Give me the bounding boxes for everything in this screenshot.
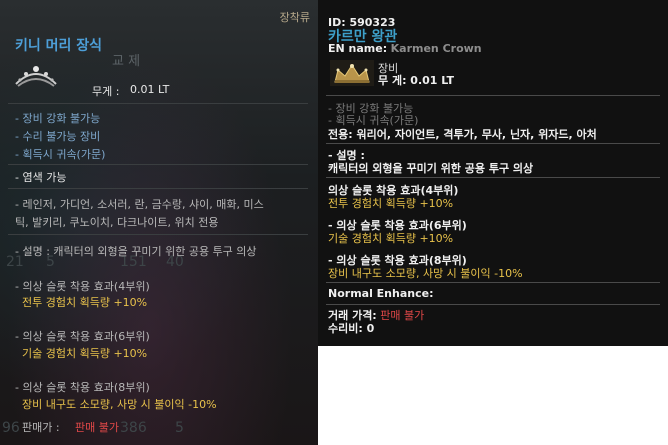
- class-restriction: 틱, 발키리, 쿠노이치, 다크나이트, 위치 전용: [15, 216, 219, 229]
- divider: [8, 234, 308, 235]
- restriction-line: - 획득시 귀속(가문): [15, 148, 106, 161]
- class-restriction: - 레인저, 가디언, 소서러, 란, 금수랑, 샤이, 매화, 미스: [15, 198, 264, 211]
- enhance-label: Normal Enhance:: [328, 287, 434, 300]
- restriction-line: - 수리 불가능 장비: [15, 130, 101, 143]
- set-effect-title: - 의상 슬롯 착용 효과(4부위): [15, 280, 150, 293]
- set-effect-value: 기술 경험치 획득량 +10%: [328, 232, 454, 245]
- desc-text: 캐릭터의 외형을 꾸미기 위한 공용 투구 의상: [328, 162, 534, 175]
- item-category: 장착류: [279, 11, 310, 24]
- item-weight: 무 게: 0.01 LT: [378, 74, 454, 87]
- trade-value: 판매 불가: [380, 309, 425, 322]
- weight-value: 0.01 LT: [130, 83, 170, 96]
- item-description: - 설명 : 캐릭터의 외형을 꾸미기 위한 공용 투구 의상: [15, 245, 257, 258]
- divider: [326, 177, 660, 178]
- bg-number: 386: [120, 420, 147, 436]
- set-effect-value: 장비 내구도 소모량, 사망 시 불이익 -10%: [22, 398, 217, 411]
- divider: [326, 143, 660, 144]
- bg-number: 96: [2, 420, 20, 436]
- en-name-value: Karmen Crown: [390, 42, 482, 55]
- divider: [326, 95, 660, 96]
- class-usage: 전용: 워리어, 자이언트, 격투가, 무사, 닌자, 위자드, 아처: [328, 128, 597, 141]
- restriction-line: - 장비 강화 불가능: [15, 112, 101, 125]
- set-effect-value: 전투 경험치 획득량 +10%: [328, 197, 454, 210]
- set-effect-value: 기술 경험치 획득량 +10%: [22, 347, 148, 360]
- crown-icon: [330, 60, 374, 86]
- trade-value: 판매 불가: [75, 421, 119, 434]
- tiara-icon: [15, 66, 57, 87]
- dye-status: - 염색 가능: [15, 171, 67, 184]
- divider: [326, 282, 660, 283]
- divider: [8, 188, 308, 189]
- divider: [8, 103, 308, 104]
- divider: [326, 304, 660, 305]
- set-effect-title: - 의상 슬롯 착용 효과(8부위): [15, 381, 150, 394]
- bg-number: 5: [175, 420, 184, 436]
- en-name-label: EN name:: [328, 42, 388, 55]
- item-title: 키니 머리 장식: [15, 38, 103, 54]
- item-name-en: EN name: Karmen Crown: [328, 42, 482, 55]
- set-effect-value: 전투 경험치 획득량 +10%: [22, 296, 148, 309]
- exchange-hint: 교 제: [112, 54, 141, 69]
- set-effect-title: - 의상 슬롯 착용 효과(6부위): [15, 330, 150, 343]
- trade-label: 판매가 :: [22, 421, 60, 434]
- divider: [8, 164, 308, 165]
- game-item-tooltip: 21 5 151 40 96 386 5 장착류 키니 머리 장식 교 제 무게…: [0, 0, 318, 445]
- repair-cost: 수리비: 0: [328, 322, 375, 335]
- set-effect-value: 장비 내구도 소모량, 사망 시 불이익 -10%: [328, 267, 523, 280]
- wiki-item-tooltip: ID: 590323 카르만 왕관 EN name: Karmen Crown …: [318, 0, 668, 346]
- weight-label: 무게 :: [92, 85, 120, 98]
